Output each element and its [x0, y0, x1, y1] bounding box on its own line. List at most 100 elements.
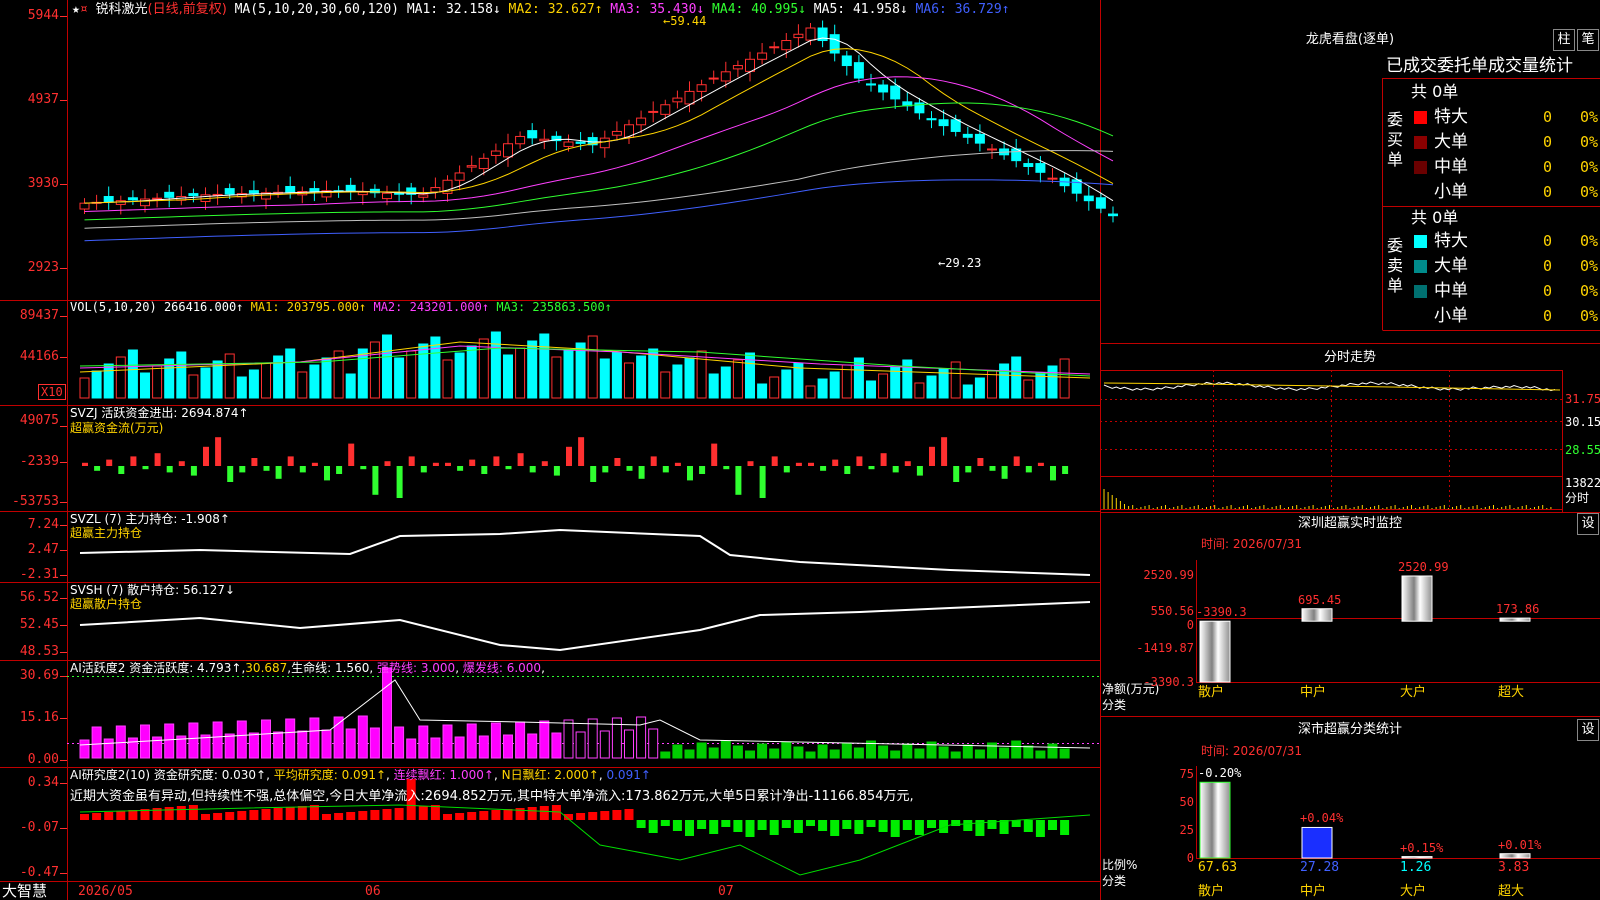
volume-bar — [672, 364, 683, 399]
buy-color-swatch — [1414, 161, 1427, 174]
research-bar — [273, 808, 283, 820]
fund-flow-bar — [602, 466, 609, 473]
research-bar — [902, 820, 912, 830]
candle-body — [853, 62, 864, 79]
volume-bar — [624, 362, 634, 399]
activity-bar — [696, 742, 707, 759]
volume-bar — [79, 377, 90, 399]
activity-bar — [1059, 748, 1070, 759]
fund-flow-bar — [239, 466, 246, 473]
volume-bar — [781, 369, 792, 399]
sell-row-label: 特大 — [1434, 231, 1468, 251]
volume-bar — [140, 372, 150, 399]
volume-bar — [236, 376, 247, 399]
research-bar — [430, 805, 440, 820]
research-bar — [479, 811, 489, 820]
svzj-sub: 超赢资金流(万元) — [70, 421, 164, 435]
research-bar — [624, 809, 634, 820]
svsh-header: SVSH (7) 散户持仓: 56.127↓ — [70, 583, 235, 597]
volume-bar — [805, 385, 816, 399]
research-bar — [249, 810, 259, 820]
candle-body — [974, 133, 985, 144]
activity-bar — [914, 748, 925, 759]
svsh-axis-1: 52.45 — [19, 617, 59, 632]
candle-body — [1023, 163, 1034, 167]
candle-body — [357, 191, 368, 196]
research-bar — [213, 813, 223, 820]
svzl-axis-2: -2.31 — [19, 567, 59, 582]
fund-flow-bar — [941, 437, 948, 466]
lhb-tab[interactable]: 已成交委托单成交量统计 — [1386, 56, 1600, 76]
tick-mode-button[interactable]: 笔 — [1577, 29, 1599, 51]
price-axis-3: 2923 — [27, 260, 59, 275]
buy-side-label: 委买单 — [1387, 110, 1404, 169]
szc-value-label: 3.83 — [1498, 860, 1530, 875]
volume-bar — [442, 359, 453, 399]
research-bar — [527, 807, 537, 820]
fund-flow-bar — [953, 466, 960, 482]
fund-flow-bar — [566, 446, 572, 466]
research-bar — [92, 813, 102, 820]
research-bar — [612, 810, 622, 820]
candle-body — [1071, 179, 1082, 194]
volume-bar — [212, 360, 223, 399]
activity-bar — [781, 741, 792, 759]
fund-flow-bar — [457, 466, 464, 471]
buy-row-count: 0 — [1543, 108, 1553, 126]
buy-row-label: 特大 — [1434, 107, 1468, 127]
period-label[interactable]: (日线,前复权) — [148, 2, 227, 17]
candle-body — [1108, 213, 1118, 217]
volume-bar — [515, 347, 526, 399]
fund-flow-bar — [916, 466, 923, 476]
activity-bar — [902, 743, 913, 759]
volume-bar — [152, 365, 163, 399]
research-bar — [576, 813, 586, 820]
research-bar — [201, 814, 210, 820]
activity-bar — [648, 728, 659, 759]
fund-flow-bar — [420, 466, 427, 473]
research-bar — [781, 820, 791, 828]
volume-bar — [853, 357, 864, 399]
fund-flow-bar — [408, 456, 415, 466]
stock-name[interactable]: 锐科激光 — [95, 2, 147, 17]
candle-body — [515, 135, 526, 145]
research-bar — [467, 812, 477, 820]
research-bar — [685, 820, 694, 836]
szc-value-label: 1.26 — [1400, 860, 1432, 875]
szm-bar — [1301, 608, 1333, 622]
sz-monitor-settings-button[interactable]: 设 — [1577, 513, 1599, 535]
fund-flow-bar — [94, 466, 101, 471]
szc-change-label: +0.01% — [1498, 837, 1542, 852]
bar-mode-button[interactable]: 柱 — [1553, 29, 1575, 51]
research-bar — [104, 812, 114, 820]
activity-bar — [188, 722, 199, 759]
sz-class-settings-button[interactable]: 设 — [1577, 719, 1599, 741]
main-position-line — [79, 528, 1091, 576]
activity-bar — [660, 751, 671, 759]
activity-bar — [248, 732, 259, 759]
buy-row-pct: 0% — [1580, 108, 1599, 126]
research-bar — [721, 820, 731, 827]
date-label-1: 06 — [365, 884, 381, 899]
brand-logo[interactable]: 大智慧 — [2, 882, 47, 900]
volume-bar — [866, 380, 876, 399]
price-axis-1: 4937 — [27, 92, 59, 107]
fund-flow-bar — [166, 466, 173, 473]
sell-row-pct: 0% — [1580, 257, 1599, 275]
activity-bar — [442, 724, 453, 759]
volume-bar — [345, 373, 356, 399]
research-bar — [806, 820, 815, 826]
research-bar — [358, 811, 368, 820]
ma-line — [84, 76, 1114, 213]
volume-bar — [454, 352, 465, 399]
research-bar — [927, 820, 936, 828]
sell-side-label: 委卖单 — [1387, 236, 1404, 295]
buy-row-label: 大单 — [1434, 132, 1468, 152]
fund-flow-bar — [929, 446, 935, 466]
szc-change-label: -0.20% — [1198, 766, 1242, 781]
candle-body — [309, 188, 320, 192]
candle-body — [430, 187, 441, 193]
buy-row-pct: 0% — [1580, 158, 1599, 176]
volume-bar — [382, 334, 392, 399]
activity-bar — [466, 723, 477, 759]
